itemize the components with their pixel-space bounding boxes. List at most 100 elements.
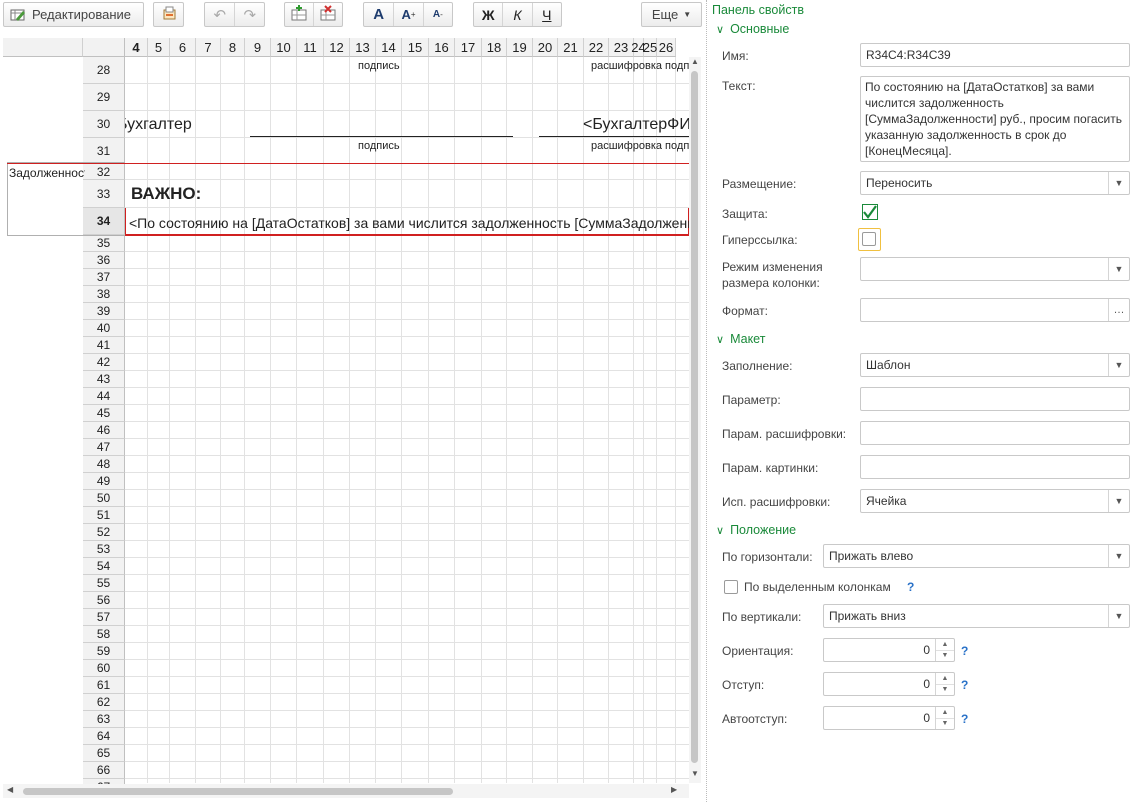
indent-stepper[interactable]: ▲ ▼ (935, 673, 954, 695)
spin-down-icon[interactable]: ▼ (936, 649, 954, 662)
column-header[interactable]: 11 (297, 38, 324, 57)
accountant-fio-cell[interactable]: <БухгалтерФИО> (539, 116, 689, 136)
horizontal-select[interactable]: Прижать влево ▼ (823, 544, 1130, 568)
column-header[interactable]: 4 (125, 38, 148, 57)
row-header[interactable]: 37 (83, 269, 125, 286)
help-icon[interactable]: ? (961, 644, 968, 658)
font-large-button[interactable]: A (364, 3, 393, 26)
scroll-left-icon[interactable]: ◀ (7, 785, 13, 794)
bold-button[interactable]: Ж (474, 3, 502, 26)
column-header[interactable]: 13 (350, 38, 376, 57)
dropdown-arrow-icon[interactable]: ▼ (1108, 545, 1129, 567)
fill-select[interactable]: Шаблон ▼ (860, 353, 1130, 377)
italic-button[interactable]: К (502, 3, 531, 26)
row-header[interactable]: 64 (83, 728, 125, 745)
column-header[interactable]: 5 (148, 38, 170, 57)
column-header[interactable]: 15 (402, 38, 429, 57)
horizontal-scrollbar[interactable]: ◀ ▶ (3, 784, 689, 798)
orientation-field[interactable]: 0 ▲ ▼ (823, 638, 955, 662)
more-button[interactable]: Еще ▼ (641, 2, 702, 27)
row-header[interactable]: 53 (83, 541, 125, 558)
column-header[interactable]: 17 (455, 38, 482, 57)
vertical-scrollbar[interactable]: ▲ ▼ (689, 57, 701, 783)
column-header[interactable]: 12 (324, 38, 350, 57)
insert-row-button[interactable] (285, 3, 313, 26)
autoindent-stepper[interactable]: ▲ ▼ (935, 707, 954, 729)
section-position[interactable]: ∨ Положение (716, 523, 796, 537)
by-selected-columns-checkbox[interactable] (724, 580, 738, 594)
row-header[interactable]: 60 (83, 660, 125, 677)
row-header[interactable]: 51 (83, 507, 125, 524)
row-header[interactable]: 48 (83, 456, 125, 473)
row-header[interactable]: 62 (83, 694, 125, 711)
column-header[interactable]: 8 (221, 38, 245, 57)
hyperlink-checkbox[interactable] (862, 232, 876, 246)
help-icon[interactable]: ? (961, 712, 968, 726)
dropdown-arrow-icon[interactable]: ▼ (1108, 490, 1129, 512)
vertical-select[interactable]: Прижать вниз ▼ (823, 604, 1130, 628)
redo-button[interactable]: ↷ (234, 3, 264, 26)
column-header[interactable]: 14 (376, 38, 402, 57)
text-field[interactable]: По состоянию на [ДатаОстатков] за вами ч… (860, 76, 1130, 162)
decode-caption-2[interactable]: расшифровка подписи (591, 140, 689, 152)
dropdown-arrow-icon[interactable]: ▼ (1108, 258, 1129, 280)
underline-button[interactable]: Ч (531, 3, 561, 26)
row-header[interactable]: 54 (83, 558, 125, 575)
spin-up-icon[interactable]: ▲ (936, 673, 954, 684)
row-header[interactable]: 49 (83, 473, 125, 490)
column-header[interactable]: 23 (609, 38, 634, 57)
row-header[interactable]: 56 (83, 592, 125, 609)
column-header[interactable]: 10 (271, 38, 297, 57)
resize-mode-select[interactable]: ▼ (860, 257, 1130, 281)
column-header[interactable]: 26 (657, 38, 676, 57)
edit-mode-button[interactable]: Редактирование (3, 2, 144, 27)
param-decode-field[interactable] (860, 421, 1130, 445)
undo-button[interactable]: ↶ (205, 3, 234, 26)
format-field[interactable]: … (860, 298, 1130, 322)
row-header[interactable]: 55 (83, 575, 125, 592)
column-header[interactable]: 22 (584, 38, 609, 57)
print-settings-button[interactable] (153, 2, 184, 27)
row-header[interactable]: 43 (83, 371, 125, 388)
dropdown-arrow-icon[interactable]: ▼ (1108, 354, 1129, 376)
row-header[interactable]: 42 (83, 354, 125, 371)
debt-label-cell[interactable]: Задолженность (9, 166, 85, 180)
font-decrease-button[interactable]: A- (422, 3, 452, 26)
autoindent-field[interactable]: 0 ▲ ▼ (823, 706, 955, 730)
panel-splitter[interactable] (706, 0, 708, 802)
column-header[interactable]: 18 (482, 38, 507, 57)
row-header[interactable]: 30 (83, 111, 125, 138)
delete-row-button[interactable] (313, 3, 342, 26)
row-header[interactable]: 35 (83, 235, 125, 252)
spin-down-icon[interactable]: ▼ (936, 683, 954, 696)
row-header[interactable]: 44 (83, 388, 125, 405)
selected-range[interactable]: <По состоянию на [ДатаОстатков] за вами … (125, 208, 701, 235)
row-header[interactable]: 59 (83, 643, 125, 660)
row-header[interactable]: 66 (83, 762, 125, 779)
row-header[interactable]: 31 (83, 138, 125, 164)
row-header[interactable]: 57 (83, 609, 125, 626)
use-decode-select[interactable]: Ячейка ▼ (860, 489, 1130, 513)
spin-down-icon[interactable]: ▼ (936, 717, 954, 730)
indent-field[interactable]: 0 ▲ ▼ (823, 672, 955, 696)
row-header[interactable]: 36 (83, 252, 125, 269)
help-icon[interactable]: ? (907, 580, 914, 594)
signature-caption-1[interactable]: подпись (358, 60, 400, 72)
row-header[interactable]: 39 (83, 303, 125, 320)
row-header[interactable]: 45 (83, 405, 125, 422)
scroll-up-icon[interactable]: ▲ (689, 57, 701, 71)
ellipsis-icon[interactable]: … (1108, 299, 1129, 321)
spreadsheet-area[interactable]: 4 5 6 7 8 9 10 11 12 13 14 15 16 17 18 19 20 21 22 23 24 25 26… (3, 38, 701, 800)
dropdown-arrow-icon[interactable]: ▼ (1108, 605, 1129, 627)
column-header[interactable]: 20 (533, 38, 558, 57)
row-header[interactable]: 40 (83, 320, 125, 337)
scroll-down-icon[interactable]: ▼ (689, 769, 701, 783)
row-header[interactable]: 46 (83, 422, 125, 439)
spin-up-icon[interactable]: ▲ (936, 639, 954, 650)
row-header[interactable]: 47 (83, 439, 125, 456)
hyperlink-checkbox-focus[interactable] (858, 228, 881, 251)
row-header[interactable]: 38 (83, 286, 125, 303)
scroll-right-icon[interactable]: ▶ (671, 785, 677, 794)
column-header[interactable]: 9 (245, 38, 271, 57)
help-icon[interactable]: ? (961, 678, 968, 692)
